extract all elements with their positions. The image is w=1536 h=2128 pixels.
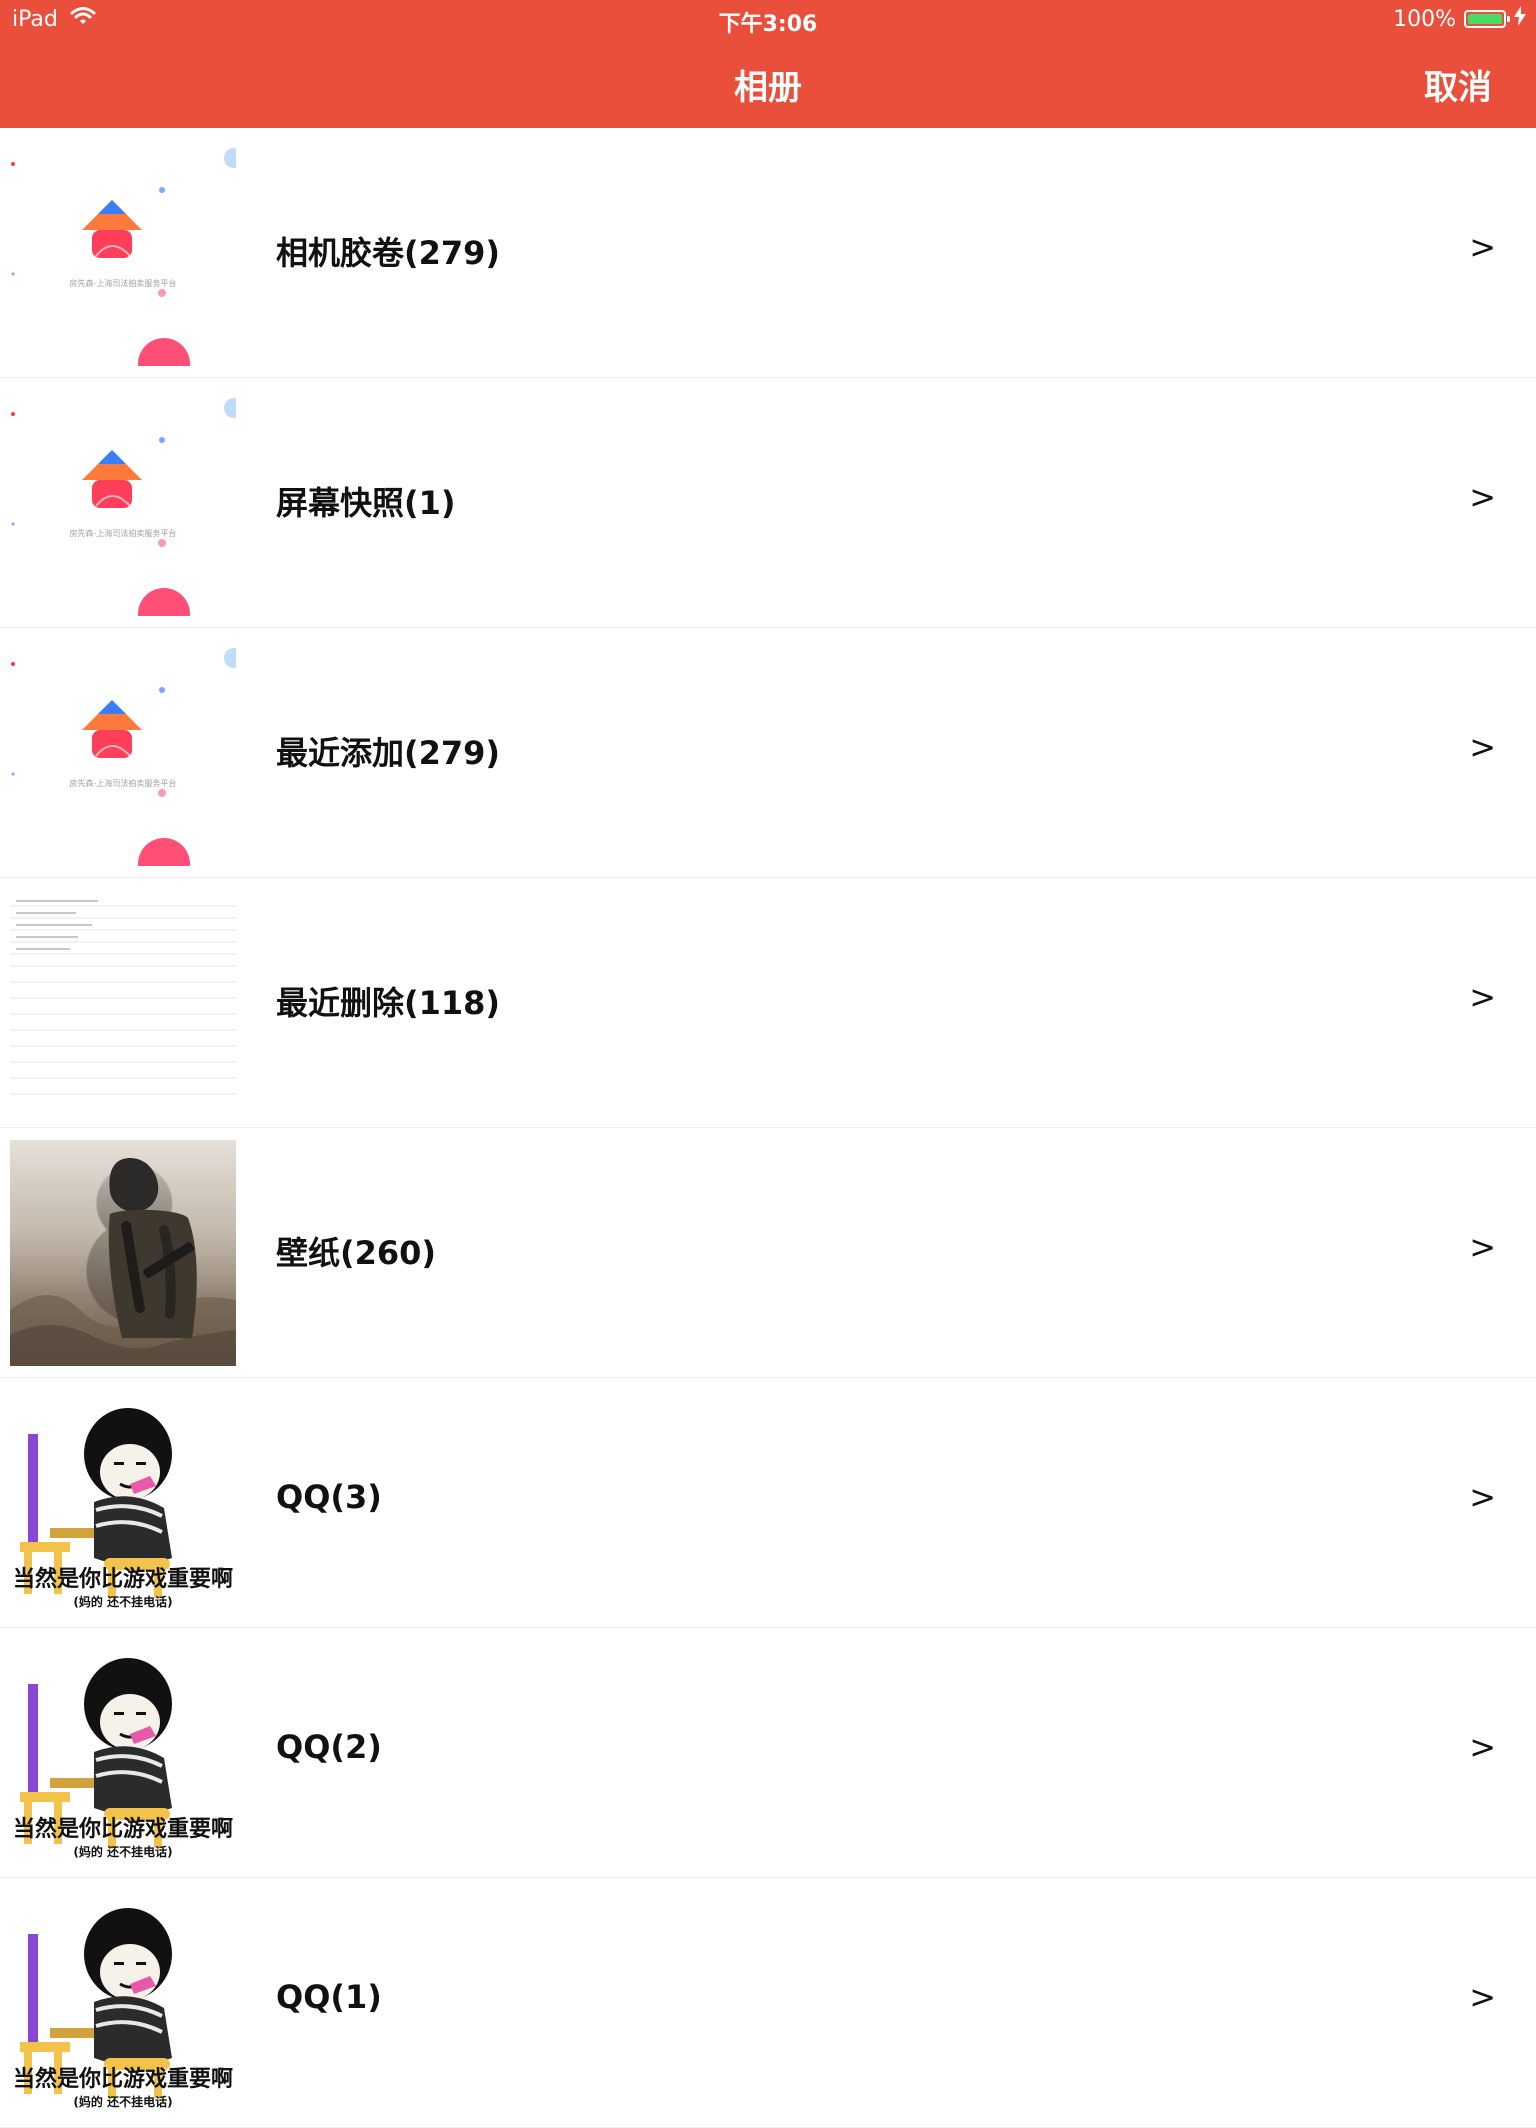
- meme-caption: 当然是你比游戏重要啊: [13, 1566, 233, 1592]
- meme-subcaption: (妈的 还不挂电话): [73, 1844, 172, 1859]
- thumbnail-caption: 房先森-上海司法拍卖服务平台: [70, 528, 177, 538]
- album-label: 壁纸(260): [276, 1234, 437, 1272]
- chevron-right-icon: >: [1469, 1478, 1496, 1516]
- status-bar: iPad 下午3:06 100%: [0, 0, 1536, 40]
- album-label: QQ(1): [276, 1978, 382, 2016]
- meme-subcaption: (妈的 还不挂电话): [73, 1594, 172, 1609]
- album-row[interactable]: 房先森-上海司法拍卖服务平台 相机胶卷(279) >: [0, 128, 1536, 378]
- album-row[interactable]: 当然是你比游戏重要啊 (妈的 还不挂电话) QQ(2) >: [0, 1628, 1536, 1878]
- page-title: 相册: [734, 68, 802, 108]
- album-label: QQ(2): [276, 1728, 382, 1766]
- battery-icon: [1464, 10, 1510, 28]
- album-row[interactable]: 当然是你比游戏重要啊 (妈的 还不挂电话) QQ(3) >: [0, 1378, 1536, 1628]
- chevron-right-icon: >: [1469, 1728, 1496, 1766]
- status-time: 下午3:06: [718, 12, 818, 37]
- cancel-button[interactable]: 取消: [1424, 60, 1492, 109]
- chevron-right-icon: >: [1469, 978, 1496, 1016]
- chevron-right-icon: >: [1469, 1978, 1496, 2016]
- album-row[interactable]: 当然是你比游戏重要啊 (妈的 还不挂电话) QQ(1) >: [0, 1878, 1536, 2128]
- thumbnail-caption: 房先森-上海司法拍卖服务平台: [70, 778, 177, 788]
- meme-subcaption: (妈的 还不挂电话): [73, 2094, 172, 2109]
- album-thumbnail: [10, 1140, 236, 1366]
- album-label: 相机胶卷(279): [276, 234, 501, 272]
- chevron-right-icon: >: [1469, 1228, 1496, 1266]
- album-label: 屏幕快照(1): [276, 484, 456, 522]
- battery-nub: [1507, 16, 1510, 22]
- album-thumbnail: 房先森-上海司法拍卖服务平台: [10, 140, 236, 366]
- chevron-right-icon: >: [1469, 228, 1496, 266]
- album-thumbnail: 当然是你比游戏重要啊 (妈的 还不挂电话): [10, 1890, 236, 2116]
- album-thumbnail: 当然是你比游戏重要啊 (妈的 还不挂电话): [10, 1390, 236, 1616]
- meme-caption: 当然是你比游戏重要啊: [13, 2066, 233, 2092]
- battery-fill: [1468, 14, 1502, 24]
- album-thumbnail: 当然是你比游戏重要啊 (妈的 还不挂电话): [10, 1640, 236, 1866]
- album-label: 最近添加(279): [276, 734, 501, 772]
- album-row[interactable]: 房先森-上海司法拍卖服务平台 最近添加(279) >: [0, 628, 1536, 878]
- album-row[interactable]: 壁纸(260) >: [0, 1128, 1536, 1378]
- album-label: QQ(3): [276, 1478, 382, 1516]
- battery-percent: 100%: [1393, 6, 1456, 32]
- album-thumbnail: [10, 890, 236, 1116]
- album-row[interactable]: 房先森-上海司法拍卖服务平台 屏幕快照(1) >: [0, 378, 1536, 628]
- chevron-right-icon: >: [1469, 478, 1496, 516]
- album-row[interactable]: 最近删除(118) >: [0, 878, 1536, 1128]
- album-label: 最近删除(118): [276, 984, 501, 1022]
- meme-caption: 当然是你比游戏重要啊: [13, 1816, 233, 1842]
- chevron-right-icon: >: [1469, 728, 1496, 766]
- album-thumbnail: 房先森-上海司法拍卖服务平台: [10, 390, 236, 616]
- thumbnail-caption: 房先森-上海司法拍卖服务平台: [70, 278, 177, 288]
- status-right: 100%: [1393, 6, 1526, 32]
- charging-bolt-icon: [1514, 6, 1526, 32]
- album-thumbnail: 房先森-上海司法拍卖服务平台: [10, 640, 236, 866]
- album-list: 房先森-上海司法拍卖服务平台 相机胶卷(279) > 房先森-上海司法拍卖服务平…: [0, 128, 1536, 2128]
- navigation-header: iPad 下午3:06 100% 相册 取消: [0, 0, 1536, 128]
